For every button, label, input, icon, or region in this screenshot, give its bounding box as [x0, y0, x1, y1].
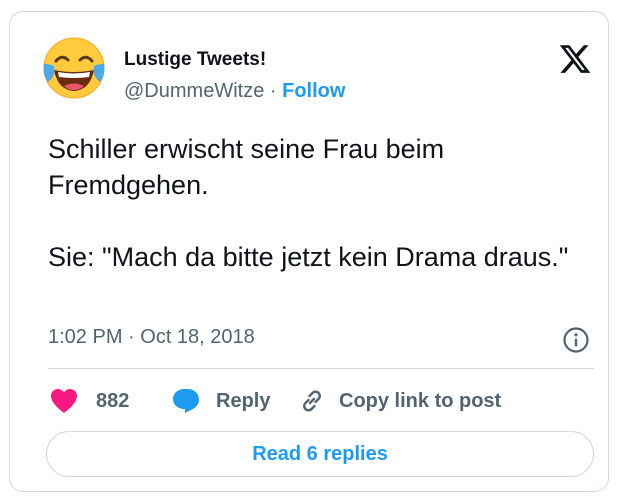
read-replies-button[interactable]: Read 6 replies	[46, 431, 594, 477]
divider	[48, 368, 594, 369]
timestamp[interactable]: 1:02 PM · Oct 18, 2018	[48, 326, 255, 349]
x-logo-icon[interactable]	[558, 42, 592, 76]
like-button[interactable]: 882	[50, 386, 129, 416]
separator: ·	[269, 80, 277, 102]
info-icon[interactable]	[562, 326, 590, 354]
copy-link-button[interactable]: Copy link to post	[299, 386, 501, 416]
tweet-card: Lustige Tweets! @DummeWitze · Follow Sch…	[9, 11, 609, 492]
follow-button[interactable]: Follow	[282, 80, 345, 102]
reply-bubble-icon	[173, 389, 199, 413]
link-icon	[303, 390, 321, 412]
handle-row: @DummeWitze · Follow	[124, 80, 345, 103]
display-name[interactable]: Lustige Tweets!	[124, 49, 266, 71]
tweet-line: Sie: "Mach da bitte jetzt kein Drama dra…	[48, 242, 569, 272]
copy-link-label: Copy link to post	[339, 389, 502, 412]
tweet-text: Schiller erwischt seine Frau beim Fremdg…	[48, 131, 588, 275]
heart-icon	[51, 389, 77, 413]
like-count: 882	[96, 389, 130, 412]
face-with-tears-of-joy-icon	[43, 37, 105, 99]
reply-label: Reply	[216, 389, 271, 412]
avatar[interactable]	[40, 34, 108, 102]
tweet-line: Schiller erwischt seine Frau beim Fremdg…	[48, 134, 445, 200]
handle[interactable]: @DummeWitze	[124, 80, 264, 102]
reply-button[interactable]: Reply	[172, 386, 270, 416]
